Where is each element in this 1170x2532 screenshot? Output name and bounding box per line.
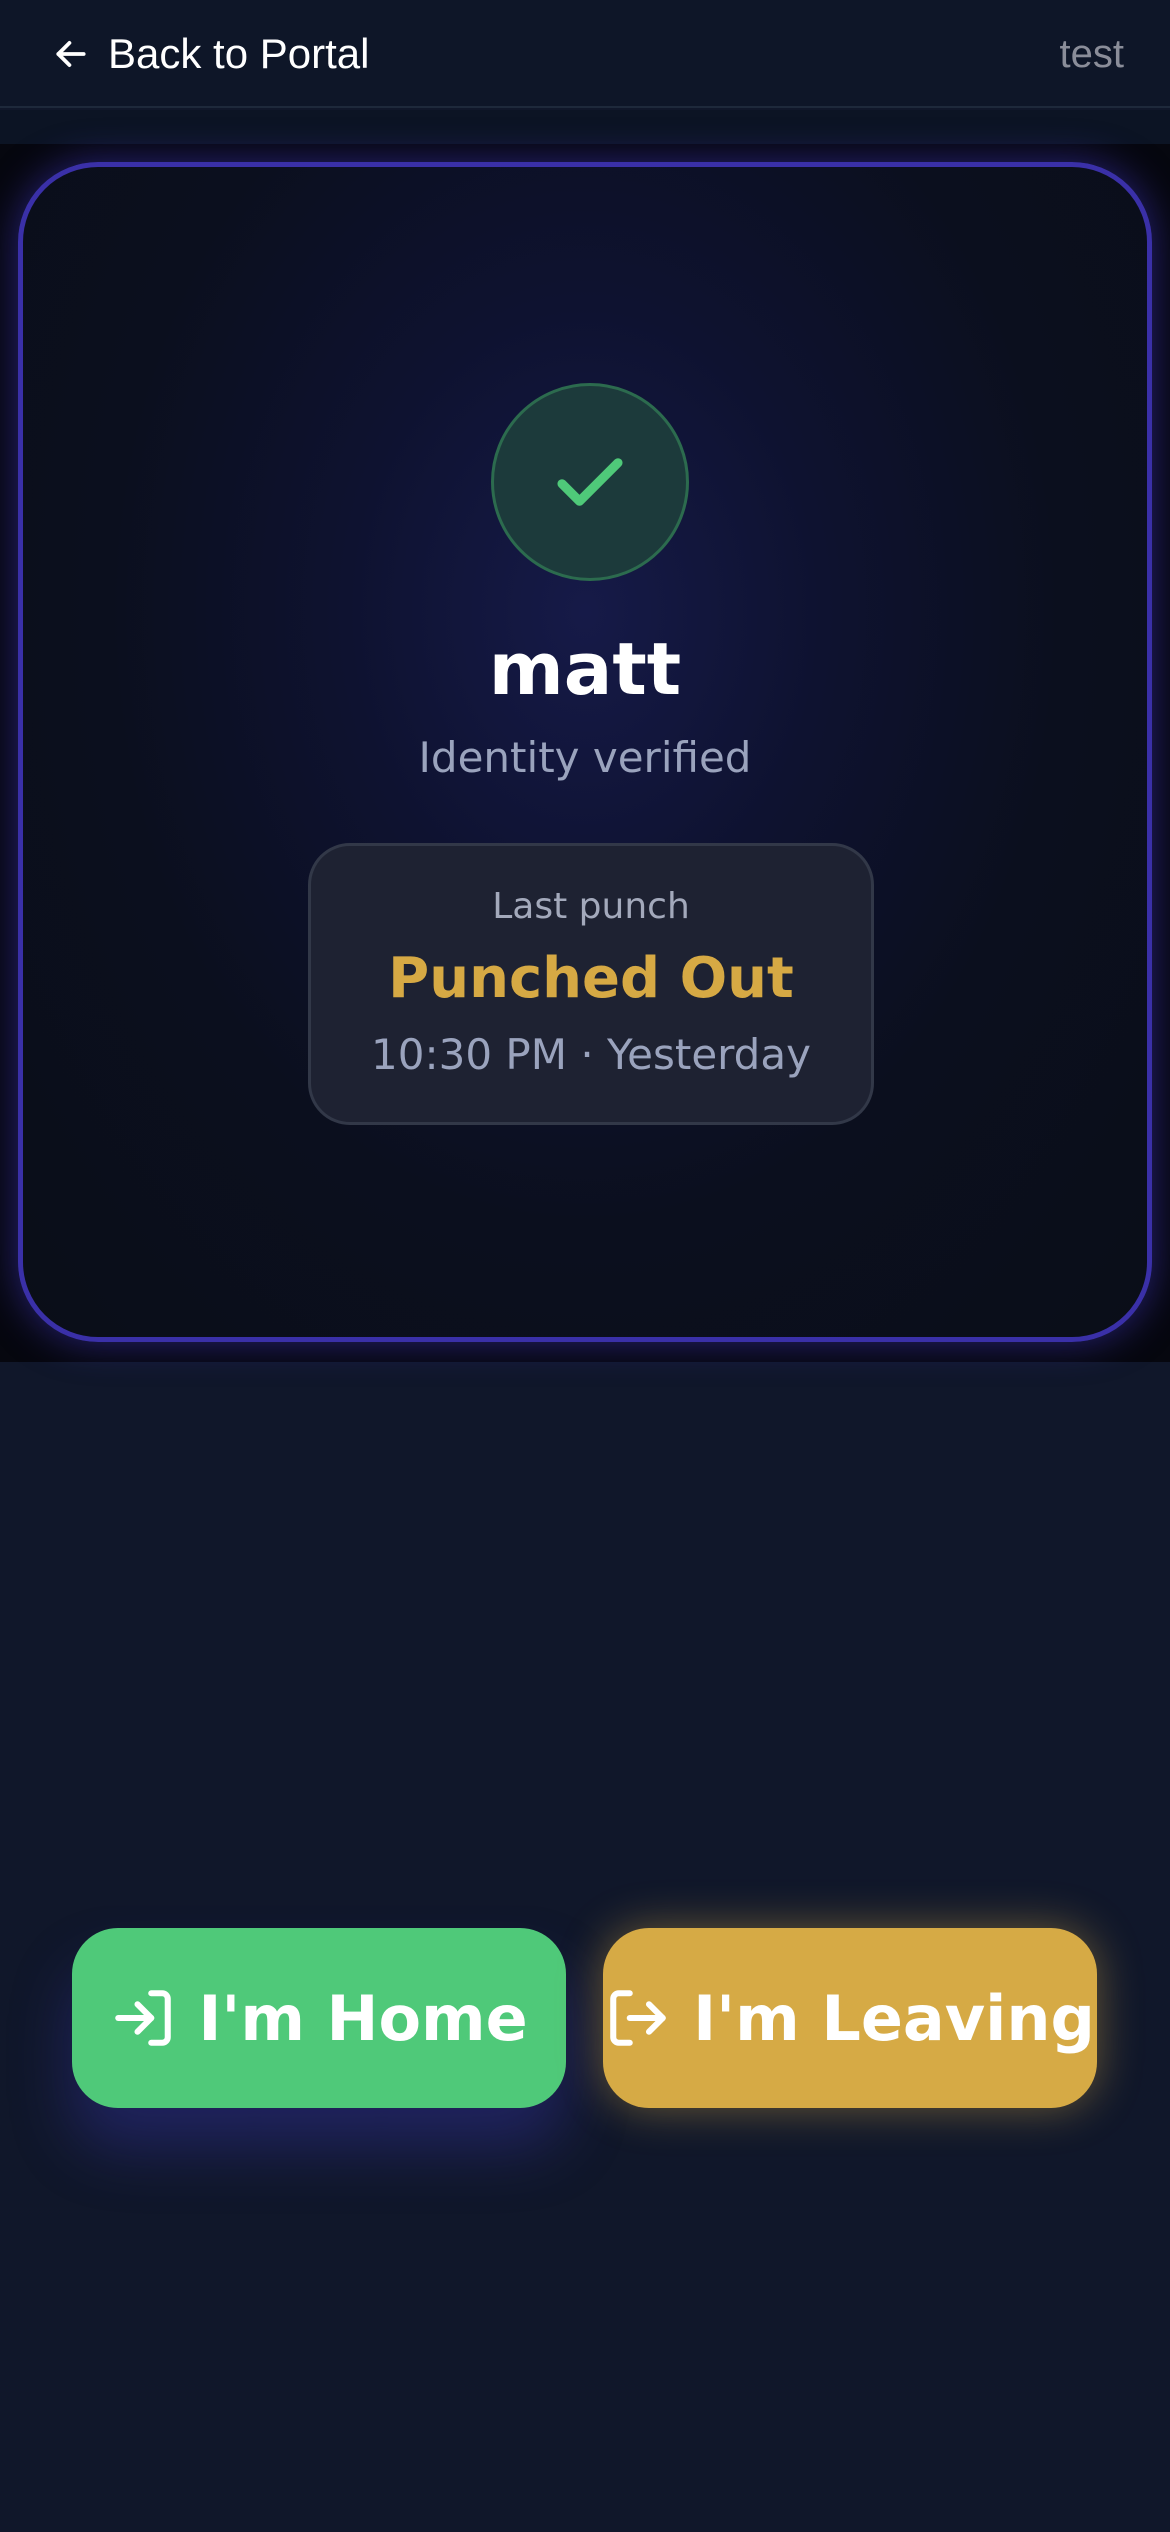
im-leaving-button[interactable]: I'm Leaving	[603, 1928, 1097, 2108]
last-punch-label: Last punch	[492, 886, 690, 927]
identity-card: matt Identity verified Last punch Punche…	[18, 162, 1152, 1342]
last-punch-time: 10:30 PM · Yesterday	[371, 1030, 811, 1079]
header-divider-strip	[0, 110, 1170, 144]
im-leaving-label: I'm Leaving	[693, 1981, 1095, 2055]
identity-stage: matt Identity verified Last punch Punche…	[0, 144, 1170, 1362]
back-to-portal-label: Back to Portal	[108, 30, 370, 77]
top-bar: Back to Portal test	[0, 0, 1170, 108]
im-home-label: I'm Home	[198, 1981, 528, 2055]
user-label: test	[1059, 31, 1124, 76]
log-in-icon	[115, 1990, 172, 2046]
verified-badge	[491, 383, 689, 581]
arrow-left-icon	[56, 41, 86, 67]
log-out-icon	[610, 1990, 666, 2046]
user-name: matt	[488, 627, 682, 711]
last-punch-panel: Last punch Punched Out 10:30 PM · Yester…	[308, 843, 874, 1125]
last-punch-status: Punched Out	[388, 946, 794, 1011]
identity-verified-text: Identity verified	[418, 733, 752, 782]
back-to-portal-link[interactable]: Back to Portal	[52, 22, 369, 86]
im-home-button[interactable]: I'm Home	[72, 1928, 566, 2108]
check-icon	[557, 458, 623, 506]
